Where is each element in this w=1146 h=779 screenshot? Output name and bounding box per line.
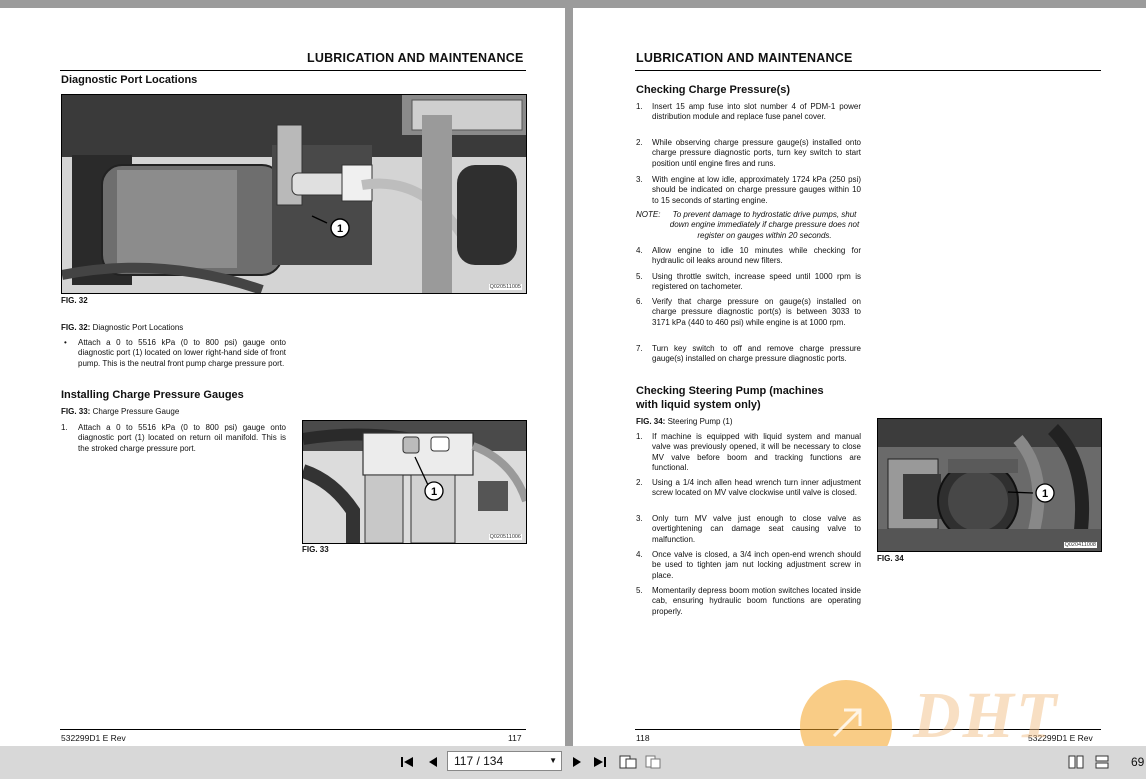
- page-indicator: 117 / 134: [454, 754, 504, 768]
- header-rule: [635, 70, 1101, 71]
- footer-doc-number: 532299D1 E Rev: [61, 733, 126, 743]
- step-item: 2. Using a 1/4 inch allen head wrench tu…: [636, 478, 861, 498]
- running-head: LUBRICATION AND MAINTENANCE: [307, 51, 524, 65]
- viewer-toolbar: 117 / 134 ▼ 69: [0, 746, 1146, 779]
- figure-code: Q020511006: [488, 534, 522, 540]
- figure-32-caption: FIG. 32: Diagnostic Port Locations: [61, 323, 184, 332]
- fit-page-icon[interactable]: [619, 755, 637, 769]
- fig33-callout: 1: [431, 486, 437, 498]
- figure-34-caption: FIG. 34: Steering Pump (1): [636, 417, 733, 426]
- first-page-icon[interactable]: [400, 755, 414, 769]
- section-title: Diagnostic Port Locations: [61, 74, 198, 86]
- step-item: 1. Insert 15 amp fuse into slot number 4…: [636, 102, 861, 122]
- note: NOTE: To prevent damage to hydrostatic d…: [636, 210, 861, 242]
- bullet-dot: •: [64, 338, 67, 347]
- step-item: 6. Verify that charge pressure on gauge(…: [636, 297, 861, 327]
- step-item: 4. Allow engine to idle 10 minutes while…: [636, 246, 861, 266]
- fig34-callout: 1: [1042, 488, 1048, 500]
- step-item: 7. Turn key switch to off and remove cha…: [636, 344, 861, 364]
- previous-page-icon[interactable]: [426, 755, 440, 769]
- figure-32-label: FIG. 32: [61, 296, 88, 305]
- note-label: NOTE:: [636, 210, 661, 219]
- step-item: 5. Momentarily depress boom motion switc…: [636, 586, 861, 616]
- step-item: 4. Once valve is closed, a 3/4 inch open…: [636, 550, 861, 580]
- step-item: 1. Attach a 0 to 5516 kPa (0 to 800 psi)…: [61, 423, 286, 453]
- step-item: 3. Only turn MV valve just enough to clo…: [636, 514, 861, 544]
- partial-number: 69: [1131, 755, 1145, 769]
- footer-page-number: 117: [508, 733, 522, 743]
- last-page-icon[interactable]: [593, 755, 607, 769]
- right-document-page: LUBRICATION AND MAINTENANCE Checking Cha…: [573, 8, 1146, 746]
- figure-32-photo: 1 Q020511005: [61, 94, 527, 294]
- step-item: 5. Using throttle switch, increase speed…: [636, 272, 861, 292]
- figure-34-label: FIG. 34: [877, 554, 904, 563]
- figure-33-label: FIG. 33: [302, 545, 329, 554]
- step-item: 2. While observing charge pressure gauge…: [636, 138, 861, 168]
- step-item: 3. With engine at low idle, approximatel…: [636, 175, 861, 205]
- footer-rule: [60, 729, 526, 730]
- figure-33-caption: FIG. 33: Charge Pressure Gauge: [61, 407, 180, 416]
- header-rule: [60, 70, 526, 71]
- left-document-page: LUBRICATION AND MAINTENANCE Diagnostic P…: [0, 8, 565, 746]
- figure-33-photo: 1 Q020511006: [302, 420, 527, 544]
- footer-page-number: 118: [636, 733, 650, 743]
- section-title-2: Installing Charge Pressure Gauges: [61, 389, 244, 401]
- fig32-callout: 1: [337, 223, 343, 235]
- running-head: LUBRICATION AND MAINTENANCE: [636, 51, 853, 65]
- next-page-icon[interactable]: [570, 755, 584, 769]
- continuous-view-icon[interactable]: [1094, 755, 1110, 769]
- two-page-view-icon[interactable]: [1068, 755, 1084, 769]
- page-number-select[interactable]: 117 / 134 ▼: [447, 751, 562, 771]
- figure-code: Q020411008: [1063, 542, 1097, 548]
- bullet-item: • Attach a 0 to 5516 kPa (0 to 800 psi) …: [64, 338, 286, 368]
- section-title-2: Checking Steering Pump (machines with li…: [636, 385, 824, 411]
- note-text: To prevent damage to hydrostatic drive p…: [669, 210, 860, 240]
- footer-doc-number: 532299D1 E Rev: [1028, 733, 1093, 743]
- section-title: Checking Charge Pressure(s): [636, 84, 791, 96]
- footer-rule: [635, 729, 1101, 730]
- fit-width-icon[interactable]: [645, 755, 661, 769]
- figure-34-photo: 1 Q020411008: [877, 418, 1102, 552]
- figure-code: Q020511005: [488, 284, 522, 290]
- step-item: 1. If machine is equipped with liquid sy…: [636, 432, 861, 472]
- dropdown-arrow-icon: ▼: [549, 756, 557, 765]
